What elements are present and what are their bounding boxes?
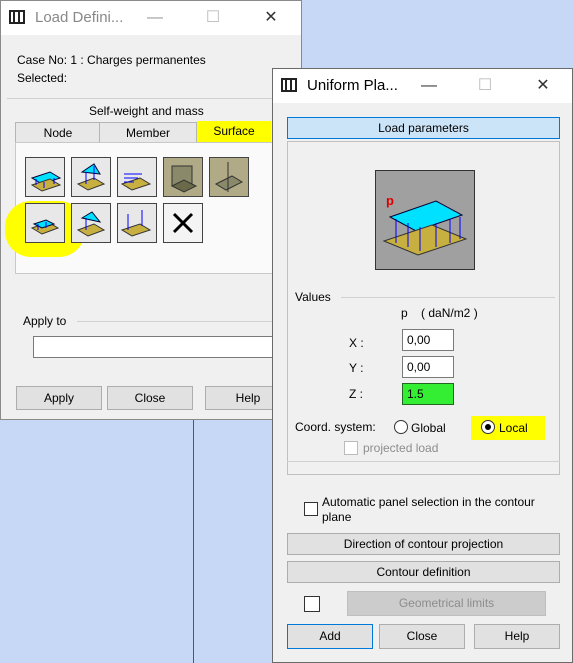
x-label: X : [349, 336, 364, 350]
help-button[interactable]: Help [474, 624, 560, 649]
uniform-planar-load-tool[interactable] [25, 157, 65, 197]
contour-definition-button[interactable]: Contour definition [287, 561, 560, 583]
tab-member-label: Member [125, 126, 170, 140]
app-icon [281, 78, 297, 92]
minimize-button[interactable]: — [135, 5, 175, 31]
projected-load-checkbox[interactable] [344, 441, 358, 455]
contour-load-icon [30, 219, 60, 235]
apply-to-input[interactable] [33, 336, 277, 358]
apply-to-label: Apply to [23, 314, 67, 328]
delete-load-tool[interactable] [163, 203, 203, 243]
hydrostatic-load-icon [120, 173, 152, 191]
local-label: Local [499, 421, 528, 435]
edge-load-icon [120, 210, 152, 237]
tab-node[interactable]: Node [15, 122, 101, 144]
thermal-load-icon [214, 162, 244, 192]
app-icon [9, 10, 25, 24]
selected-label: Selected: [17, 71, 68, 85]
load-definition-window: Load Defini... — ☐ ✕ Case No: 1 : Charge… [0, 0, 302, 420]
add-button[interactable]: Add [287, 624, 373, 649]
auto-panel-label: Automatic panel selection in the contour… [322, 495, 535, 524]
edge-load-tool[interactable] [117, 203, 157, 243]
section-divider [7, 98, 295, 99]
auto-panel-checkbox[interactable] [304, 502, 318, 516]
section-label: Self-weight and mass [89, 104, 204, 118]
uniform-titlebar: Uniform Pla... — ☐ ✕ [273, 69, 572, 103]
hydrostatic-load-tool[interactable] [117, 157, 157, 197]
background-guide-line [193, 420, 194, 663]
window-title: Load Defini... [35, 9, 124, 26]
apply-to-divider [77, 321, 289, 322]
x-value-input[interactable]: 0,00 [402, 329, 454, 351]
window-title: Uniform Pla... [307, 77, 398, 94]
values-divider [341, 297, 555, 298]
global-radio[interactable] [394, 420, 408, 434]
coord-system-label: Coord. system: [295, 420, 376, 434]
load-definition-titlebar: Load Defini... — ☐ ✕ [1, 1, 301, 35]
y-value-input[interactable]: 0,00 [402, 356, 454, 378]
values-label: Values [295, 290, 331, 304]
close-dialog-button[interactable]: Close [379, 624, 465, 649]
close-dialog-button[interactable]: Close [107, 386, 193, 410]
apply-button[interactable]: Apply [16, 386, 102, 410]
minimize-button[interactable]: — [409, 73, 449, 99]
close-button[interactable]: ✕ [251, 5, 291, 31]
contour-linear-load-tool[interactable] [71, 203, 111, 243]
volume-load-tool[interactable] [163, 157, 203, 197]
load-diagram: p [375, 170, 475, 270]
uniform-load-icon [30, 171, 62, 192]
local-radio[interactable] [481, 420, 495, 434]
linear-planar-load-tool[interactable] [71, 157, 111, 197]
unit-label: p ( daN/m2 ) [401, 306, 478, 320]
geometrical-limits-checkbox[interactable] [304, 596, 320, 612]
global-label: Global [411, 421, 446, 435]
maximize-button[interactable]: ☐ [193, 5, 233, 31]
close-button[interactable]: ✕ [523, 73, 563, 99]
z-label: Z : [349, 387, 363, 401]
tab-member[interactable]: Member [99, 122, 197, 144]
tab-surface[interactable]: Surface [197, 121, 271, 143]
delete-icon [172, 212, 194, 234]
z-value-input[interactable]: 1.5 [402, 383, 454, 405]
contour-uniform-load-tool[interactable] [25, 203, 65, 243]
tab-surface-label: Surface [213, 124, 255, 138]
load-parameters-button[interactable]: Load parameters [287, 117, 560, 139]
projected-load-label: projected load [363, 441, 439, 455]
tab-node-label: Node [43, 126, 73, 140]
y-label: Y : [349, 361, 364, 375]
direction-of-contour-projection-button[interactable]: Direction of contour projection [287, 533, 560, 555]
panel-bottom-divider [287, 461, 560, 462]
case-label: Case No: 1 : Charges permanentes [17, 53, 206, 67]
planar-load-icon [382, 200, 468, 256]
volume-load-icon [170, 165, 198, 193]
contour-linear-load-icon [76, 211, 106, 237]
thermal-load-tool[interactable] [209, 157, 249, 197]
linear-load-icon [76, 163, 106, 191]
geometrical-limits-button: Geometrical limits [347, 591, 546, 616]
uniform-planar-load-window: Uniform Pla... — ☐ ✕ Load parameters p V… [272, 68, 573, 663]
maximize-button[interactable]: ☐ [465, 73, 505, 99]
